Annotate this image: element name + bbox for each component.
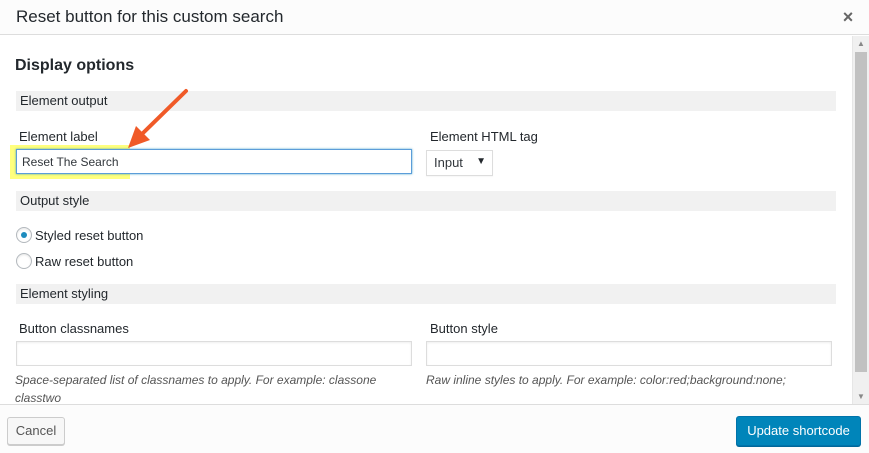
- modal-footer: Cancel Update shortcode: [0, 404, 869, 453]
- radio-styled-reset-button[interactable]: [16, 227, 32, 243]
- group-header-element-output: Element output: [16, 91, 836, 111]
- cancel-button[interactable]: Cancel: [7, 417, 65, 445]
- radio-label: Raw reset button: [35, 254, 134, 269]
- button-style-input[interactable]: [426, 341, 832, 366]
- close-icon[interactable]: ×: [837, 5, 859, 29]
- scroll-down-icon[interactable]: ▼: [857, 392, 865, 401]
- modal-title: Reset button for this custom search: [16, 7, 284, 26]
- update-shortcode-button[interactable]: Update shortcode: [736, 416, 861, 446]
- vertical-scrollbar[interactable]: ▲ ▼: [852, 36, 869, 404]
- scroll-up-icon[interactable]: ▲: [857, 39, 865, 48]
- button-classnames-hint: Space-separated list of classnames to ap…: [15, 373, 377, 404]
- element-label-input[interactable]: [16, 149, 412, 174]
- element-html-tag-label: Element HTML tag: [430, 129, 538, 144]
- radio-label: Styled reset button: [35, 228, 144, 243]
- select-value: Input: [434, 155, 463, 170]
- modal-dialog: Reset button for this custom search × Di…: [0, 0, 869, 453]
- button-classnames-input[interactable]: [16, 341, 412, 366]
- group-header-label: Output style: [20, 193, 90, 208]
- group-header-output-style: Output style: [16, 191, 836, 211]
- scrollbar-thumb[interactable]: [855, 52, 867, 372]
- element-label-label: Element label: [19, 129, 98, 144]
- button-style-hint: Raw inline styles to apply. For example:…: [426, 373, 786, 387]
- section-title: Display options: [15, 57, 135, 74]
- group-header-element-styling: Element styling: [16, 284, 836, 304]
- group-header-label: Element styling: [20, 286, 109, 301]
- button-classnames-label: Button classnames: [19, 321, 129, 336]
- radio-raw-reset-button[interactable]: [16, 253, 32, 269]
- modal-content: Display options Element output Element l…: [0, 36, 852, 404]
- element-html-tag-select[interactable]: Input ▼: [426, 150, 493, 176]
- modal-header: Reset button for this custom search ×: [0, 0, 869, 35]
- button-style-label: Button style: [430, 321, 498, 336]
- caret-down-icon: ▼: [476, 156, 486, 167]
- group-header-label: Element output: [20, 93, 108, 108]
